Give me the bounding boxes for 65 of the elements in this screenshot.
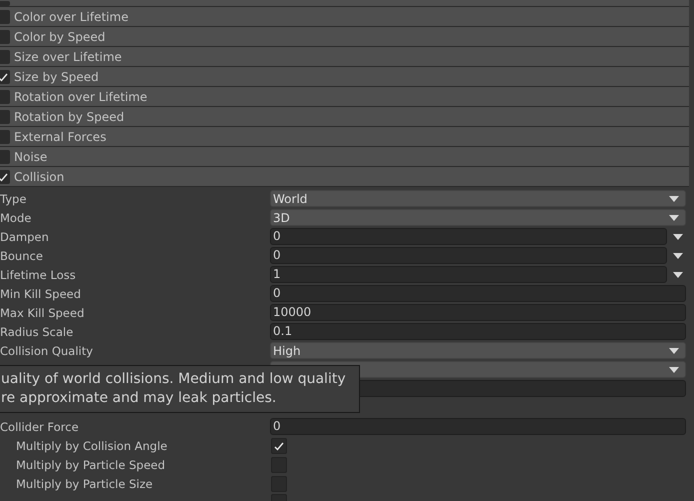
property-label: Bounce	[0, 248, 43, 262]
module-title: Rotation by Speed	[14, 110, 124, 124]
property-label: Multiply by Collision Angle	[16, 438, 168, 452]
module-checkbox[interactable]	[0, 150, 10, 164]
module-checkbox[interactable]	[0, 90, 10, 104]
module-checkbox[interactable]	[0, 70, 10, 84]
module-checkbox[interactable]	[0, 110, 10, 124]
dropdown-arrow-icon	[669, 196, 679, 202]
property-label: Min Kill Speed	[0, 286, 81, 300]
module-header[interactable]: Color over Lifetime	[0, 7, 689, 27]
module-header[interactable]: External Forces	[0, 127, 689, 147]
property-label: Collider Force	[0, 420, 79, 434]
number-field[interactable]: 10000	[270, 304, 686, 321]
property-label: Mode	[0, 210, 32, 224]
number-field[interactable]: 0.1	[270, 323, 686, 340]
number-field[interactable]: 0	[270, 285, 686, 302]
module-header[interactable]: Size by Speed	[0, 67, 689, 87]
module-title: Size over Lifetime	[14, 50, 122, 64]
dropdown[interactable]: High	[270, 342, 686, 359]
module-checkbox[interactable]	[0, 50, 10, 64]
module-checkbox[interactable]	[0, 30, 10, 44]
module-title: Collision	[14, 170, 64, 184]
module-checkbox[interactable]	[0, 10, 10, 24]
dropdown[interactable]: 3D	[270, 209, 686, 226]
property-label: Collision Quality	[0, 344, 93, 358]
module-header[interactable]: Rotation over Lifetime	[0, 87, 689, 107]
dropdown-arrow-icon[interactable]	[673, 252, 683, 258]
module-title: Color over Lifetime	[14, 10, 128, 24]
tooltip-text: uality of world collisions. Medium and low quality	[1, 370, 347, 389]
property-label: Max Kill Speed	[0, 306, 84, 320]
module-title: Rotation over Lifetime	[14, 90, 148, 104]
property-label: Lifetime Loss	[0, 268, 76, 282]
checkmark-icon	[0, 172, 8, 182]
checkmark-icon	[274, 440, 284, 450]
module-title: External Forces	[14, 130, 106, 144]
checkbox[interactable]	[271, 438, 287, 454]
number-field[interactable]: 0	[270, 247, 667, 264]
module-header[interactable]: Size over Lifetime	[0, 47, 689, 67]
module-header[interactable]: Collision	[0, 167, 689, 187]
module-title: Noise	[14, 150, 48, 164]
number-field[interactable]: 0	[270, 418, 686, 435]
module-header[interactable]	[0, 0, 689, 7]
number-field[interactable]: 1	[270, 266, 667, 283]
tooltip-text: re approximate and may leak particles.	[1, 389, 278, 408]
property-label: Multiply by Particle Size	[16, 476, 153, 490]
property-label: Multiply by Particle Speed	[16, 458, 166, 472]
dropdown[interactable]: World	[270, 190, 686, 207]
module-checkbox[interactable]	[0, 170, 10, 184]
module-title: Color by Speed	[14, 30, 106, 44]
dropdown-arrow-icon	[669, 214, 679, 220]
dropdown-arrow-icon	[669, 348, 679, 354]
property-label: Dampen	[0, 230, 49, 244]
module-title: Size by Speed	[14, 70, 99, 84]
dropdown-arrow-icon[interactable]	[673, 272, 683, 278]
module-header[interactable]: Color by Speed	[0, 27, 689, 47]
module-checkbox[interactable]	[0, 130, 10, 144]
checkmark-icon	[0, 72, 8, 82]
number-field[interactable]: 0	[270, 228, 667, 245]
dropdown-arrow-icon	[669, 366, 679, 372]
module-header[interactable]: Rotation by Speed	[0, 107, 689, 127]
module-header[interactable]: Noise	[0, 147, 689, 167]
property-label: Type	[0, 192, 26, 206]
property-label: Radius Scale	[0, 324, 74, 338]
dropdown-arrow-icon[interactable]	[673, 234, 683, 240]
module-checkbox[interactable]	[0, 1, 10, 6]
